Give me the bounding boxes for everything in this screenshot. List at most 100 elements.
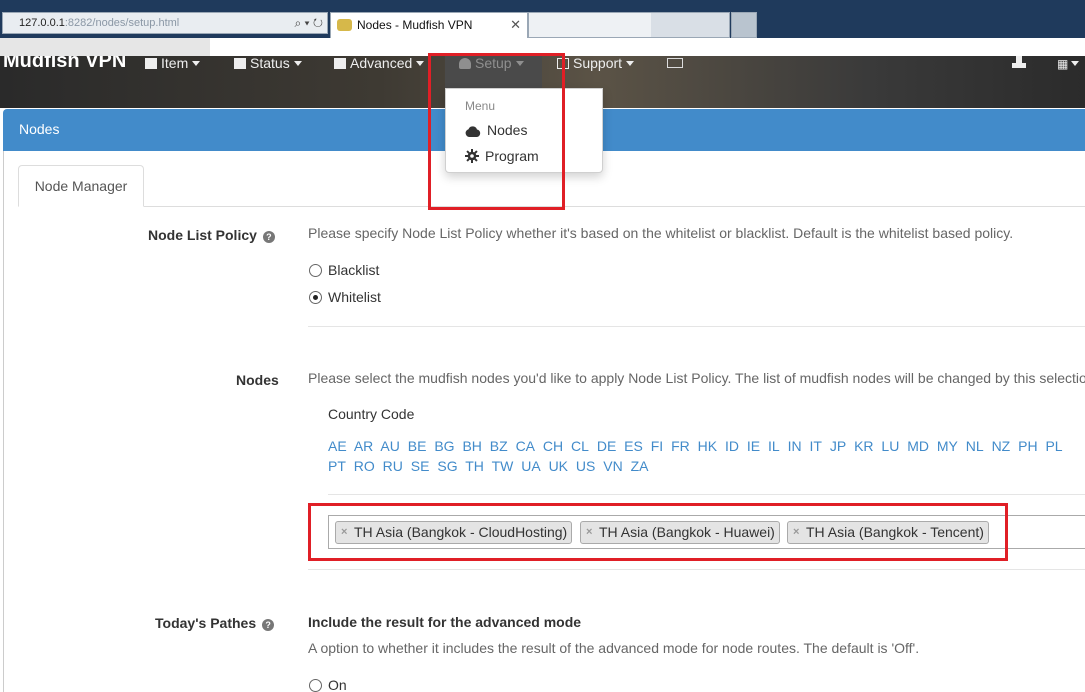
help-icon[interactable]: ? — [262, 619, 275, 631]
address-bar[interactable]: 127.0.0.1:8282/nodes/setup.html ⌕ ▾ ↻ — [2, 12, 328, 34]
country-code-link[interactable]: UK — [549, 458, 568, 474]
country-code-link[interactable]: FI — [651, 438, 663, 454]
browser-tab-active[interactable]: Nodes - Mudfish VPN ✕ — [330, 12, 528, 39]
todays-pathes-label: Today's Pathes? — [155, 615, 275, 631]
country-code-link[interactable]: MY — [937, 438, 958, 454]
radio-button-selected[interactable] — [309, 291, 322, 304]
country-code-link[interactable]: TW — [492, 458, 514, 474]
country-code-link[interactable]: DE — [597, 438, 616, 454]
nav-item-advanced[interactable]: Advanced — [334, 56, 425, 71]
country-code-link[interactable]: AU — [380, 438, 399, 454]
grid-icon — [145, 58, 157, 69]
radio-on[interactable]: On — [309, 677, 347, 692]
nodes-label: Nodes — [236, 372, 279, 388]
caret-down-icon — [192, 61, 201, 66]
redacted-area — [0, 38, 210, 56]
node-list-policy-description: Please specify Node List Policy whether … — [308, 225, 1014, 241]
country-code-link[interactable]: CH — [543, 438, 563, 454]
country-code-link[interactable]: IT — [809, 438, 821, 454]
country-code-link[interactable]: ID — [725, 438, 739, 454]
radio-label: On — [328, 677, 347, 692]
nav-item-support[interactable]: Support — [557, 56, 635, 71]
country-code-link[interactable]: PH — [1018, 438, 1037, 454]
country-code-link[interactable]: IL — [768, 438, 780, 454]
country-code-link[interactable]: SE — [411, 458, 430, 474]
node-list-policy-label: Node List Policy? — [148, 227, 275, 243]
help-icon[interactable]: ? — [262, 231, 275, 243]
highlight-box-selected-nodes — [308, 503, 1008, 561]
country-code-link[interactable]: RU — [383, 458, 403, 474]
section-divider — [328, 494, 1085, 495]
nav-item-status[interactable]: Status — [234, 56, 302, 71]
apps-menu-icon[interactable]: ▦ — [1057, 57, 1080, 71]
address-controls-icon[interactable]: ⌕ ▾ ↻ — [294, 13, 323, 33]
share-icon — [334, 58, 346, 69]
radio-label: Blacklist — [328, 262, 380, 278]
country-code-link[interactable]: HK — [698, 438, 717, 454]
bar-chart-icon — [234, 58, 246, 69]
new-tab-button[interactable] — [731, 12, 757, 38]
radio-button[interactable] — [309, 264, 322, 277]
radio-whitelist[interactable]: Whitelist — [309, 289, 381, 305]
country-code-link[interactable]: SG — [437, 458, 457, 474]
country-code-link[interactable]: US — [576, 458, 595, 474]
nav-item-label: Support — [573, 56, 623, 71]
country-code-link[interactable]: BG — [434, 438, 454, 454]
country-code-link[interactable]: NZ — [992, 438, 1011, 454]
country-code-link[interactable]: MD — [907, 438, 929, 454]
country-code-link[interactable]: AE — [328, 438, 347, 454]
country-code-link[interactable]: LU — [881, 438, 899, 454]
advanced-mode-subtitle: Include the result for the advanced mode — [308, 614, 582, 630]
country-code-link[interactable]: IE — [747, 438, 760, 454]
country-code-link[interactable]: FR — [671, 438, 690, 454]
todays-pathes-label-text: Today's Pathes — [155, 615, 257, 631]
keyboard-icon[interactable] — [667, 58, 683, 68]
download-icon[interactable] — [1012, 56, 1026, 68]
nodes-description: Please select the mudfish nodes you'd li… — [308, 370, 1085, 386]
address-host: 127.0.0.1 — [19, 17, 65, 29]
country-code-link[interactable]: JP — [830, 438, 846, 454]
redacted-area — [529, 13, 651, 37]
advanced-mode-description: A option to whether it includes the resu… — [308, 640, 920, 656]
browser-tab-other[interactable] — [528, 12, 730, 38]
caret-down-icon — [626, 61, 635, 66]
country-code-link[interactable]: AR — [354, 438, 373, 454]
country-code-link[interactable]: BZ — [490, 438, 508, 454]
section-divider — [308, 326, 1085, 327]
country-code-link[interactable]: NL — [966, 438, 984, 454]
country-code-link[interactable]: CL — [571, 438, 589, 454]
caret-down-icon — [293, 61, 302, 66]
brand-logo[interactable]: Mudfish VPN — [3, 56, 126, 73]
section-divider — [308, 569, 1085, 570]
tab-close-icon[interactable]: ✕ — [510, 13, 521, 37]
tab-node-manager[interactable]: Node Manager — [18, 165, 144, 207]
highlight-box-setup-menu — [428, 53, 565, 210]
nav-item-item[interactable]: Item — [145, 56, 201, 71]
address-path: :8282/nodes/setup.html — [64, 17, 180, 29]
radio-label: Whitelist — [328, 289, 381, 305]
country-code-links: AE AR AU BE BG BH BZ CA CH CL DE ES FI F… — [328, 436, 1085, 476]
country-code-link[interactable]: PT — [328, 458, 346, 474]
radio-button[interactable] — [309, 679, 322, 692]
node-list-policy-label-text: Node List Policy — [148, 227, 257, 243]
nav-item-label: Status — [250, 56, 290, 71]
country-code-link[interactable]: BE — [408, 438, 427, 454]
browser-tab-title: Nodes - Mudfish VPN — [357, 18, 473, 32]
favicon-icon — [337, 19, 352, 31]
country-code-link[interactable]: IN — [788, 438, 802, 454]
radio-blacklist[interactable]: Blacklist — [309, 262, 379, 278]
nav-item-label: Item — [161, 56, 189, 71]
country-code-title: Country Code — [328, 406, 415, 422]
nav-item-label: Advanced — [350, 56, 413, 71]
country-code-link[interactable]: TH — [465, 458, 484, 474]
country-code-link[interactable]: ZA — [631, 458, 649, 474]
country-code-link[interactable]: RO — [354, 458, 375, 474]
caret-down-icon — [416, 61, 425, 66]
country-code-link[interactable]: ES — [624, 438, 643, 454]
country-code-link[interactable]: BH — [462, 438, 481, 454]
country-code-link[interactable]: PL — [1045, 438, 1062, 454]
country-code-link[interactable]: KR — [854, 438, 873, 454]
country-code-link[interactable]: UA — [521, 458, 540, 474]
country-code-link[interactable]: VN — [603, 458, 622, 474]
country-code-link[interactable]: CA — [516, 438, 535, 454]
